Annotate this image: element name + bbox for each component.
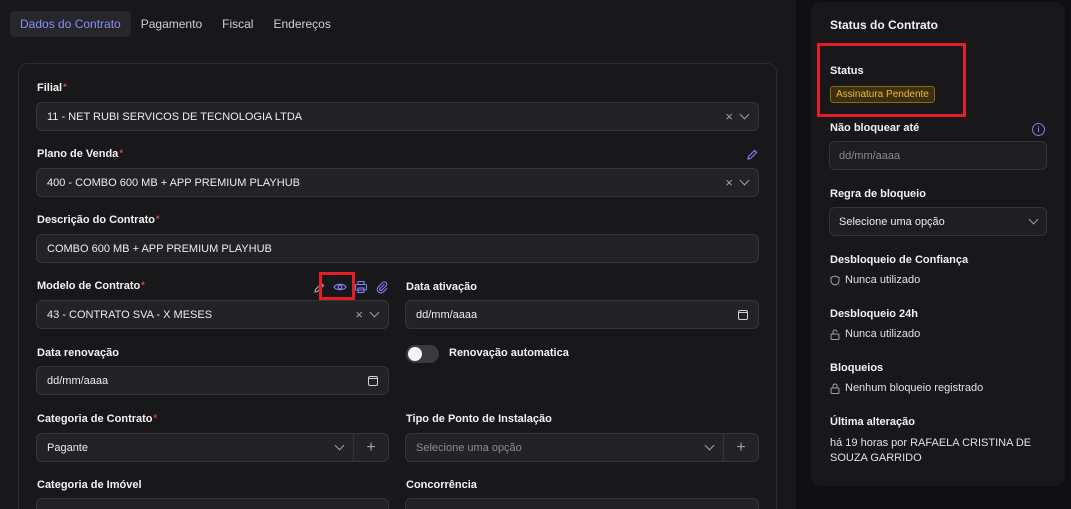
plano-value: 400 - COMBO 600 MB + APP PREMIUM PLAYHUB (47, 176, 300, 189)
modelo-label: Modelo de Contrato* (37, 280, 145, 292)
desbloqueio-confianca-label: Desbloqueio de Confiança (830, 254, 969, 266)
tab-dados-do-contrato[interactable]: Dados do Contrato (10, 11, 131, 37)
modelo-value: 43 - CONTRATO SVA - X MESES (47, 308, 213, 321)
nao-bloquear-label: Não bloquear até (830, 122, 920, 134)
data-renovacao-input[interactable]: dd/mm/aaaa (36, 366, 389, 395)
tab-bar: Dados do Contrato Pagamento Fiscal Ender… (10, 11, 341, 37)
clear-icon[interactable]: × (725, 176, 733, 189)
categoria-contrato-value: Pagante (47, 441, 88, 454)
filial-label: Filial* (37, 82, 67, 94)
regra-bloqueio-value: Selecione uma opção (839, 215, 945, 228)
data-ativacao-input[interactable]: dd/mm/aaaa (405, 300, 759, 329)
status-panel-title: Status do Contrato (830, 18, 938, 32)
tipo-ponto-label: Tipo de Ponto de Instalação (406, 413, 552, 425)
plano-label: Plano de Venda* (37, 148, 123, 160)
desbloqueio-24h-value: Nunca utilizado (845, 328, 921, 340)
add-categoria-contrato-button[interactable]: + (353, 433, 389, 462)
filial-select[interactable]: 11 - NET RUBI SERVICOS DE TECNOLOGIA LTD… (36, 102, 759, 131)
chevron-down-icon (739, 175, 750, 186)
info-icon[interactable]: i (1032, 123, 1045, 136)
nao-bloquear-input[interactable]: dd/mm/aaaa (829, 141, 1047, 170)
desbloqueio-24h-row: Nunca utilizado (830, 328, 920, 340)
chevron-down-icon (739, 109, 750, 120)
calendar-icon[interactable] (368, 375, 378, 386)
contract-form-panel: Dados do Contrato Pagamento Fiscal Ender… (0, 0, 796, 509)
desbloqueio-confianca-row: Nunca utilizado (830, 274, 920, 286)
edit-plano-icon[interactable] (745, 148, 759, 162)
concorrencia-select[interactable] (405, 498, 759, 509)
chevron-down-icon (334, 440, 345, 451)
renovacao-automatica-toggle[interactable] (406, 345, 439, 363)
ultima-alteracao-label: Última alteração (830, 416, 915, 428)
categoria-imovel-select[interactable] (36, 498, 389, 509)
filial-value: 11 - NET RUBI SERVICOS DE TECNOLOGIA LTD… (47, 110, 303, 123)
regra-bloqueio-label: Regra de bloqueio (830, 188, 926, 200)
status-label: Status (830, 65, 864, 77)
data-ativacao-placeholder: dd/mm/aaaa (416, 308, 478, 321)
chevron-down-icon (1028, 214, 1039, 225)
tipo-ponto-placeholder: Selecione uma opção (416, 441, 522, 454)
nao-bloquear-placeholder: dd/mm/aaaa (839, 149, 901, 162)
categoria-contrato-select[interactable]: Pagante (36, 433, 354, 462)
categoria-contrato-label: Categoria de Contrato* (37, 413, 158, 425)
desbloqueio-confianca-value: Nunca utilizado (845, 274, 921, 286)
highlight-box-status (817, 43, 966, 117)
tab-enderecos[interactable]: Endereços (263, 11, 340, 37)
descricao-label: Descrição do Contrato* (37, 214, 160, 226)
bloqueios-row: Nenhum bloqueio registrado (830, 382, 983, 394)
categoria-imovel-label: Categoria de Imóvel (37, 479, 142, 491)
status-badge: Assinatura Pendente (830, 86, 935, 103)
descricao-value: COMBO 600 MB + APP PREMIUM PLAYHUB (47, 242, 272, 255)
data-renovacao-placeholder: dd/mm/aaaa (47, 374, 109, 387)
eye-icon[interactable] (333, 280, 347, 294)
calendar-icon[interactable] (738, 309, 748, 320)
tab-fiscal[interactable]: Fiscal (212, 11, 263, 37)
clear-icon[interactable]: × (725, 110, 733, 123)
status-panel: Status do Contrato Status Assinatura Pen… (811, 2, 1065, 486)
bloqueios-label: Bloqueios (830, 362, 884, 374)
paperclip-icon[interactable] (375, 280, 389, 294)
tab-pagamento[interactable]: Pagamento (131, 11, 212, 37)
clear-icon[interactable]: × (355, 308, 363, 321)
chevron-down-icon (704, 440, 715, 451)
renovacao-automatica-label: Renovação automatica (449, 347, 569, 359)
shield-icon (830, 274, 840, 286)
desbloqueio-24h-label: Desbloqueio 24h (830, 308, 919, 320)
data-renovacao-label: Data renovação (37, 347, 119, 359)
regra-bloqueio-select[interactable]: Selecione uma opção (829, 207, 1047, 236)
add-tipo-ponto-button[interactable]: + (723, 433, 759, 462)
unlock-icon (830, 329, 840, 340)
lock-icon (830, 383, 840, 394)
ultima-alteracao-value: há 19 horas por RAFAELA CRISTINA DE SOUZ… (830, 437, 1032, 464)
descricao-input[interactable]: COMBO 600 MB + APP PREMIUM PLAYHUB (36, 234, 759, 263)
modelo-select[interactable]: 43 - CONTRATO SVA - X MESES × (36, 300, 389, 329)
printer-icon[interactable] (354, 280, 368, 294)
data-ativacao-label: Data ativação (406, 281, 477, 293)
concorrencia-label: Concorrência (406, 479, 477, 491)
tipo-ponto-select[interactable]: Selecione uma opção (405, 433, 724, 462)
chevron-down-icon (369, 307, 380, 318)
plano-select[interactable]: 400 - COMBO 600 MB + APP PREMIUM PLAYHUB… (36, 168, 759, 197)
bloqueios-value: Nenhum bloqueio registrado (845, 382, 984, 394)
